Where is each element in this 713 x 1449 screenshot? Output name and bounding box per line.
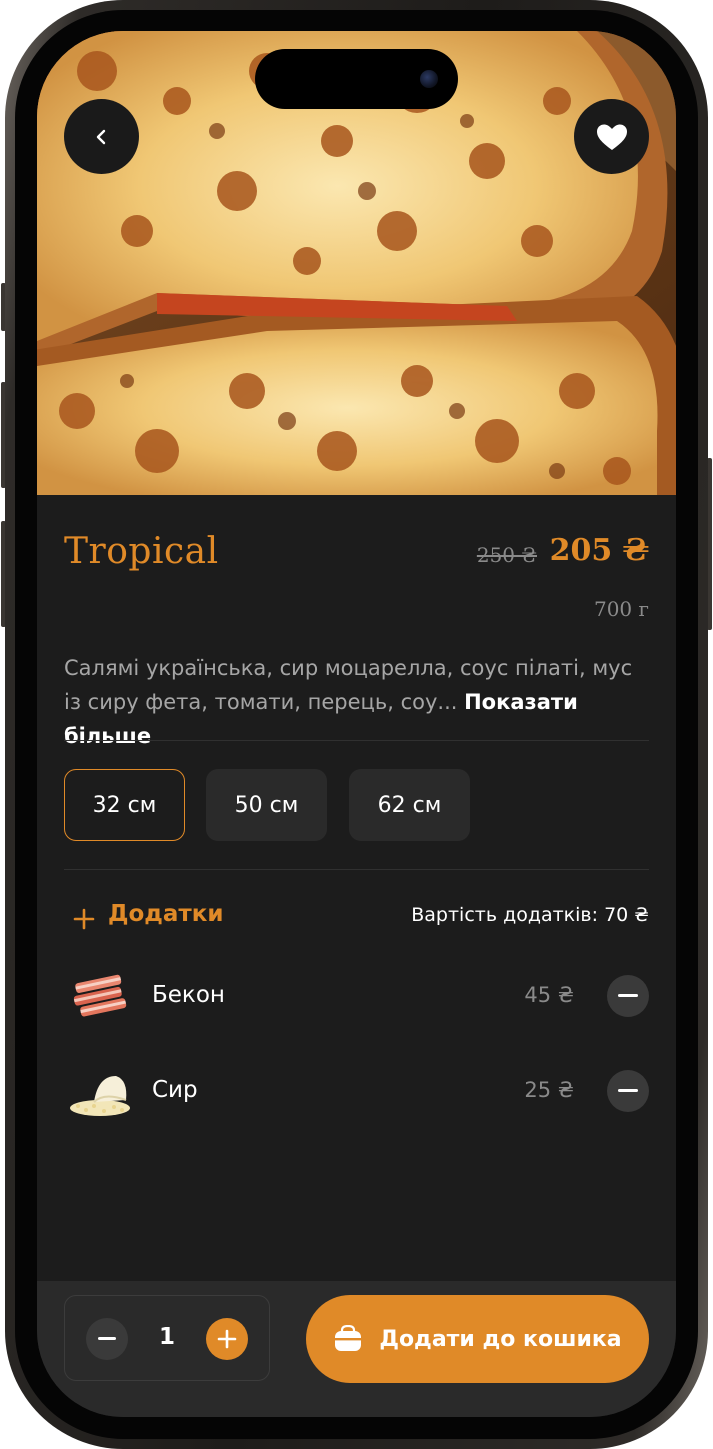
plus-icon	[217, 1329, 237, 1349]
add-to-cart-label: Додати до кошика	[379, 1326, 622, 1352]
addons-total: Вартість додатків: 70 ₴	[411, 904, 649, 926]
favorite-button[interactable]	[574, 99, 649, 174]
addon-name: Бекон	[152, 982, 225, 1008]
front-camera	[420, 70, 438, 88]
add-to-cart-button[interactable]: Додати до кошика	[306, 1295, 649, 1383]
current-price: 205 ₴	[549, 533, 649, 568]
addon-price: 25 ₴	[524, 1078, 574, 1102]
quantity-stepper: 1	[64, 1295, 270, 1381]
divider	[64, 740, 649, 741]
cheese-icon	[70, 1076, 130, 1116]
bacon-icon	[73, 974, 127, 1017]
size-option-62[interactable]: 62 см	[349, 769, 470, 841]
size-label: 62 см	[377, 792, 442, 818]
product-title: Tropical	[64, 531, 219, 572]
addon-row-bacon: Бекон 45 ₴	[64, 967, 649, 1027]
addon-price: 45 ₴	[524, 983, 574, 1007]
addons-title[interactable]: Додатки	[108, 901, 223, 927]
size-option-32[interactable]: 32 см	[64, 769, 185, 841]
product-weight: 700 г	[593, 597, 649, 621]
product-header: Tropical 250 ₴ 205 ₴	[64, 531, 649, 581]
bag-icon	[335, 1325, 362, 1351]
dynamic-island	[255, 49, 458, 109]
bottom-bar: 1 Додати до кошика	[37, 1281, 676, 1417]
old-price: 250 ₴	[476, 543, 537, 567]
remove-addon-button[interactable]	[607, 975, 649, 1017]
size-label: 50 см	[234, 792, 299, 818]
heart-icon	[596, 124, 627, 150]
product-description: Салямі українська, сир моцарелла, соус п…	[64, 651, 654, 753]
minus-icon	[618, 994, 638, 997]
back-button[interactable]	[64, 99, 139, 174]
addon-name: Сир	[152, 1077, 198, 1103]
divider	[64, 869, 649, 870]
remove-addon-button[interactable]	[607, 1070, 649, 1112]
chevron-left-icon	[96, 129, 105, 144]
size-label: 32 см	[92, 792, 157, 818]
minus-icon	[618, 1089, 638, 1092]
addon-row-cheese: Сир 25 ₴	[64, 1062, 649, 1122]
size-option-50[interactable]: 50 см	[206, 769, 327, 841]
plus-icon[interactable]	[73, 908, 95, 930]
increase-quantity-button[interactable]	[206, 1318, 248, 1360]
screen: Tropical 250 ₴ 205 ₴ 700 г Салямі україн…	[37, 31, 676, 1417]
